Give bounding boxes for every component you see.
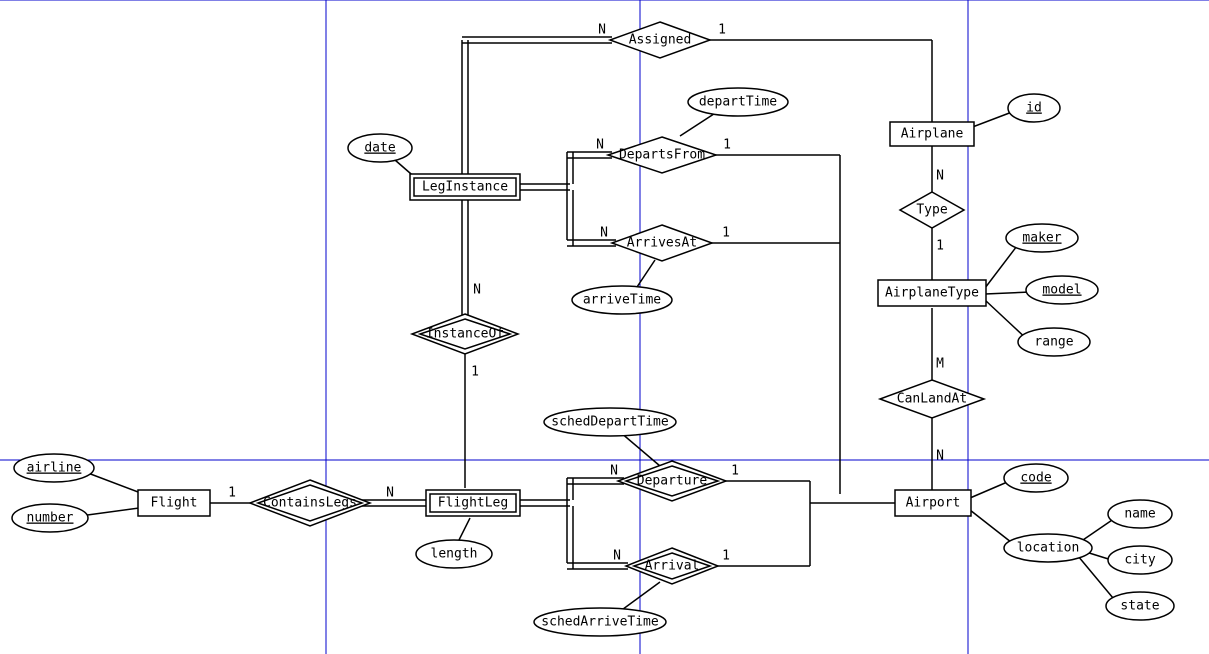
attr-departtime-label: departTime — [699, 95, 777, 110]
attr-scheddeparttime-label: schedDepartTime — [551, 415, 669, 430]
attr-maker: maker — [1006, 224, 1078, 252]
attr-city-label: city — [1124, 553, 1155, 568]
card-arrival-1: 1 — [722, 549, 730, 564]
card-type-1: 1 — [936, 239, 944, 254]
attr-range-label: range — [1034, 335, 1073, 350]
attr-location: location — [1004, 534, 1092, 562]
card-arrival-n: N — [613, 549, 621, 564]
card-instanceof-n: N — [473, 283, 481, 298]
attr-airline-label: airline — [27, 461, 82, 476]
attr-arrivetime-label: arriveTime — [583, 293, 661, 308]
card-flight-containslegs: 1 — [228, 486, 236, 501]
card-flightleg-containslegs: N — [386, 486, 394, 501]
card-type-n: N — [936, 169, 944, 184]
entity-airplanetype: AirplaneType — [878, 280, 986, 306]
entity-leginstance: LegInstance — [410, 174, 520, 200]
entity-flightleg-label: FlightLeg — [438, 496, 508, 511]
attr-date: date — [348, 134, 412, 162]
attr-code-label: code — [1020, 471, 1051, 486]
attr-number: number — [12, 504, 88, 532]
card-departsfrom-1: 1 — [723, 138, 731, 153]
attr-state: state — [1106, 592, 1174, 620]
entity-flightleg: FlightLeg — [426, 490, 520, 516]
entity-airplanetype-label: AirplaneType — [885, 286, 979, 301]
entity-airplane: Airplane — [890, 122, 974, 146]
attr-id-label: id — [1026, 101, 1042, 116]
card-departure-n: N — [610, 464, 618, 479]
attr-name: name — [1108, 500, 1172, 528]
rel-arrivesat: ArrivesAt — [612, 225, 712, 261]
rel-type: Type — [900, 192, 964, 228]
card-departure-1: 1 — [731, 464, 739, 479]
attr-number-label: number — [27, 511, 74, 526]
rel-departure: Departure — [618, 461, 726, 501]
attr-range: range — [1018, 328, 1090, 356]
entity-flight: Flight — [138, 490, 210, 516]
attr-code: code — [1004, 464, 1068, 492]
attr-length: length — [416, 540, 492, 568]
attr-location-label: location — [1017, 541, 1080, 556]
rel-departsfrom: DepartsFrom — [608, 137, 716, 173]
rel-departsfrom-label: DepartsFrom — [619, 148, 705, 163]
rel-canlandat-label: CanLandAt — [897, 392, 967, 407]
attr-model-label: model — [1042, 283, 1081, 298]
entity-leginstance-label: LegInstance — [422, 180, 508, 195]
card-departsfrom-n: N — [596, 138, 604, 153]
attr-model: model — [1026, 276, 1098, 304]
rel-containslegs-label: ContainsLegs — [263, 496, 357, 511]
rel-assigned: Assigned — [610, 22, 710, 58]
card-assigned-1: 1 — [718, 23, 726, 38]
attr-state-label: state — [1120, 599, 1159, 614]
rel-type-label: Type — [916, 203, 947, 218]
attr-city: city — [1108, 546, 1172, 574]
rel-containslegs: ContainsLegs — [250, 480, 370, 526]
attr-maker-label: maker — [1022, 231, 1061, 246]
attr-departtime: departTime — [688, 88, 788, 116]
attr-scheddeparttime: schedDepartTime — [544, 408, 676, 436]
attr-schedarrivetime: schedArriveTime — [534, 608, 666, 636]
card-instanceof-1: 1 — [471, 365, 479, 380]
attr-schedarrivetime-label: schedArriveTime — [541, 615, 659, 630]
attr-length-label: length — [431, 547, 478, 562]
rel-arrival-label: Arrival — [645, 559, 700, 574]
attr-airline: airline — [14, 454, 94, 482]
rel-instanceof: InstanceOf — [412, 314, 518, 354]
card-arrivesat-1: 1 — [722, 226, 730, 241]
attr-name-label: name — [1124, 507, 1155, 522]
entity-airport-label: Airport — [906, 496, 961, 511]
rel-instanceof-label: InstanceOf — [426, 327, 504, 342]
card-canlandat-m: M — [936, 357, 944, 372]
card-assigned-n: N — [598, 23, 606, 38]
card-canlandat-n: N — [936, 449, 944, 464]
attr-id: id — [1008, 94, 1060, 122]
card-arrivesat-n: N — [600, 226, 608, 241]
rel-assigned-label: Assigned — [629, 33, 692, 48]
entity-airport: Airport — [895, 490, 971, 516]
entity-airplane-label: Airplane — [901, 127, 964, 142]
rel-arrivesat-label: ArrivesAt — [627, 236, 697, 251]
rel-departure-label: Departure — [637, 474, 708, 489]
er-diagram: Flight FlightLeg LegInstance Airplane Ai… — [0, 0, 1209, 654]
attr-arrivetime: arriveTime — [572, 286, 672, 314]
attr-date-label: date — [364, 141, 395, 156]
entity-flight-label: Flight — [151, 496, 198, 511]
